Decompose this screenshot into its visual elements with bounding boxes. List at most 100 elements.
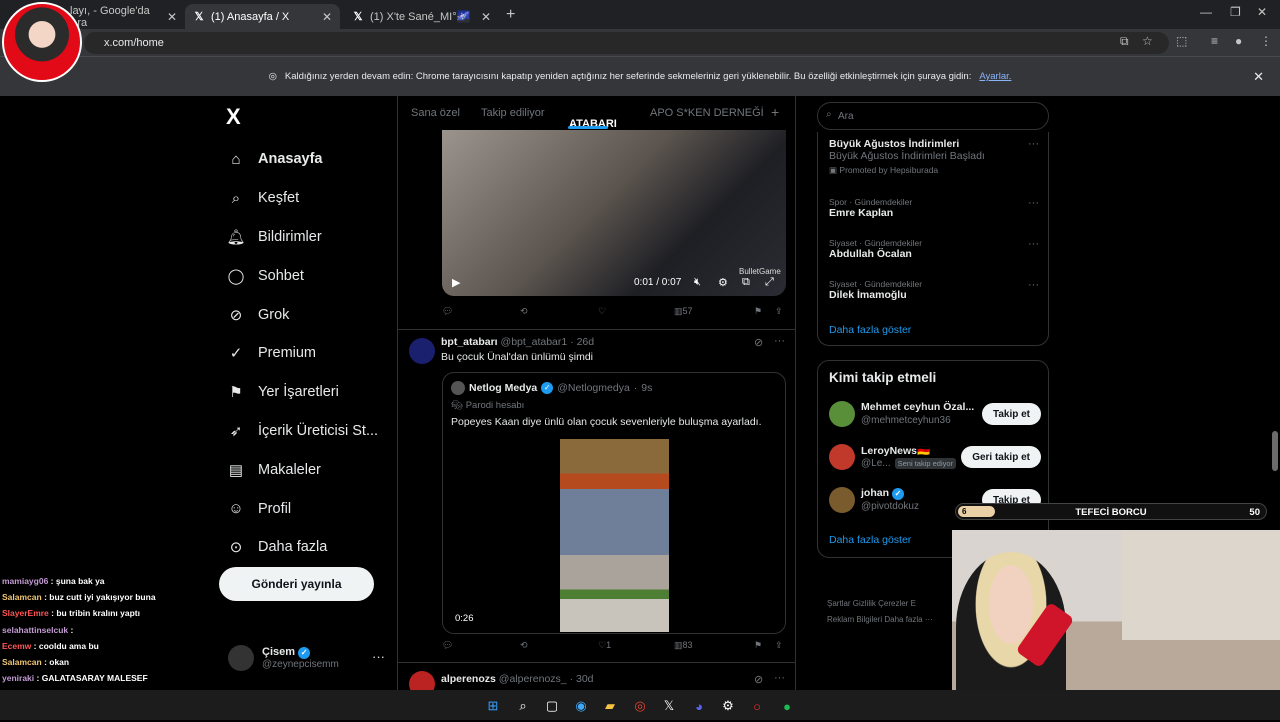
more-icon[interactable]: ··· — [774, 335, 785, 347]
x-app-icon[interactable]: 𝕏 — [660, 697, 678, 715]
maximize-icon[interactable]: ❐ — [1230, 5, 1241, 19]
tab-list[interactable]: APO S*KEN DERNEĞİ — [650, 107, 764, 119]
chat-text: buz cutt iyi yakışıyor buna — [49, 592, 156, 603]
nav-grok[interactable]: ⊘ Grok — [226, 295, 378, 334]
tab-x-post[interactable]: 𝕏 (1) X'te Sané_MI°🌌: "Abi z ✕ — [344, 4, 499, 29]
share-icon[interactable]: ⇪ — [775, 640, 783, 651]
like-icon[interactable]: ♡ — [598, 306, 606, 317]
more-icon[interactable]: ··· — [1028, 138, 1039, 150]
nav-creator-studio[interactable]: ➶ İçerik Üreticisi St... — [226, 412, 378, 451]
close-window-icon[interactable]: ✕ — [1257, 5, 1267, 19]
tab-for-you[interactable]: Sana özel — [411, 107, 460, 119]
trend-item[interactable]: Siyaset · Gündemdekiler Dilek İmamoğlu ·… — [829, 279, 1039, 301]
share-icon[interactable]: ⇪ — [775, 306, 783, 317]
reply-icon[interactable]: 💬︎ — [442, 306, 453, 317]
edge-icon[interactable]: ◉ — [572, 697, 590, 715]
post-text: Bu çocuk Ünal'dan ünlümü şimdi — [441, 351, 593, 363]
install-icon[interactable]: ⧉ — [1120, 34, 1129, 49]
address-bar[interactable]: x.com/home — [84, 32, 1169, 54]
account-switcher[interactable]: Çisem ✓ @zeynepcisemm ··· — [228, 645, 385, 671]
reply-icon[interactable]: 💬︎ — [442, 640, 453, 651]
more-icon[interactable]: ··· — [1028, 238, 1039, 250]
quote-video[interactable]: 0:26 — [443, 439, 785, 633]
grok-icon[interactable]: ⊘ — [754, 673, 763, 686]
tab-x-home[interactable]: 𝕏 (1) Anasayfa / X ✕ — [185, 4, 340, 29]
author-name[interactable]: alperenozs — [441, 673, 496, 685]
timeline-tabs: Sana özel Takip ediliyor ATABARI ⌄ APO S… — [398, 96, 795, 131]
footer-links-2[interactable]: Reklam Bilgileri Daha fazla ··· — [827, 615, 933, 624]
bookmark-icon[interactable]: ⚑ — [754, 306, 762, 317]
post[interactable]: bpt_atabarı @bpt_atabar1 · 26d ⊘ ··· Bu … — [398, 330, 795, 662]
close-tab-icon[interactable]: ✕ — [481, 10, 491, 24]
more-icon[interactable]: ··· — [372, 649, 385, 664]
trend-title: Abdullah Öcalan — [829, 248, 912, 260]
trend-item[interactable]: Spor · Gündemdekiler Emre Kaplan ··· — [829, 197, 1039, 219]
star-icon[interactable]: ☆ — [1142, 34, 1153, 48]
nav-more[interactable]: ⊙ Daha fazla — [226, 528, 378, 567]
author-name[interactable]: bpt_atabarı — [441, 336, 498, 348]
quoted-post[interactable]: Netlog Medya ✓ @Netlogmedya · 9s 🎭︎ Paro… — [442, 372, 786, 634]
grok-icon[interactable]: ⊘ — [754, 336, 763, 349]
scrollbar-thumb[interactable] — [1272, 431, 1278, 471]
discord-icon[interactable]: ◕ — [690, 697, 708, 715]
video-player[interactable]: ▶ 0:01 / 0:07 🔇︎ ⚙ ⧉ ⤢ BulletGame — [442, 130, 786, 296]
file-explorer-icon[interactable]: ▰ — [601, 697, 619, 715]
add-tab-icon[interactable]: + — [771, 104, 779, 120]
trend-item[interactable]: Büyük Ağustos İndirimleri Büyük Ağustos … — [829, 138, 1039, 176]
bookmark-icon[interactable]: ⚑ — [754, 640, 762, 651]
opera-icon[interactable]: ○ — [748, 697, 766, 715]
spotify-icon[interactable]: ● — [778, 697, 796, 715]
nav-home[interactable]: ⌂ Anasayfa — [226, 140, 378, 179]
show-more-follow-link[interactable]: Daha fazla göster — [829, 534, 911, 546]
nav-bookmarks[interactable]: ⚑ Yer İşaretleri — [226, 373, 378, 412]
more-icon[interactable]: ··· — [1028, 279, 1039, 291]
infobar-settings-link[interactable]: Ayarlar. — [979, 71, 1011, 82]
follow-suggestion[interactable]: LeroyNews🇩🇪 @Le... Seni takip ediyor Geri… — [829, 444, 1041, 474]
more-icon[interactable]: ··· — [1028, 197, 1039, 209]
mute-icon[interactable]: 🔇︎ — [694, 276, 701, 289]
show-more-trends-link[interactable]: Daha fazla göster — [829, 324, 911, 336]
extensions-icon[interactable]: ⬚ — [1176, 34, 1187, 48]
close-tab-icon[interactable]: ✕ — [322, 10, 332, 24]
x-logo-icon[interactable]: X — [226, 104, 241, 130]
media-icon[interactable]: ≡ — [1211, 34, 1218, 48]
nav-explore[interactable]: ⌕ Keşfet — [226, 179, 378, 218]
streamer-avatar-overlay — [2, 2, 82, 82]
nav-premium[interactable]: ✓ Premium — [226, 334, 378, 373]
search-icon[interactable]: ⌕ — [514, 697, 532, 715]
follow-button[interactable]: Takip et — [981, 403, 1041, 425]
like-icon[interactable]: ♡ 1 — [598, 640, 611, 651]
post-button[interactable]: Gönderi yayınla — [219, 567, 374, 601]
chrome-icon[interactable]: ◎ — [631, 697, 649, 715]
steam-icon[interactable]: ⚙ — [719, 697, 737, 715]
new-tab-icon[interactable]: + — [506, 6, 515, 24]
nav-profile[interactable]: ☺ Profil — [226, 489, 378, 528]
close-infobar-icon[interactable]: ✕ — [1253, 69, 1264, 85]
more-icon[interactable]: ··· — [774, 672, 785, 684]
nav-notifications[interactable]: 🔔︎ Bildirimler — [226, 218, 378, 257]
nav-articles[interactable]: ▤ Makaleler — [226, 450, 378, 489]
repost-icon[interactable]: ⟲ — [520, 640, 528, 651]
repost-icon[interactable]: ⟲ — [520, 306, 528, 317]
play-icon[interactable]: ▶ — [452, 276, 460, 289]
settings-icon[interactable]: ⚙ — [718, 276, 728, 289]
windows-start-icon[interactable]: ⊞ — [484, 697, 502, 715]
profile-icon[interactable]: ● — [1235, 34, 1242, 48]
pip-icon[interactable]: ⧉ — [742, 276, 750, 289]
menu-icon[interactable]: ⋮ — [1260, 34, 1272, 48]
minimize-icon[interactable]: — — [1200, 5, 1212, 19]
views-icon[interactable]: ▥ 83 — [674, 640, 693, 651]
close-tab-icon[interactable]: ✕ — [167, 10, 177, 24]
nav-chat[interactable]: ◯ Sohbet — [226, 256, 378, 295]
tab-following[interactable]: Takip ediliyor — [481, 107, 545, 119]
follow-suggestion[interactable]: Mehmet ceyhun Özal... @mehmetceyhun36 Ta… — [829, 401, 1041, 431]
task-view-icon[interactable]: ▢ — [543, 697, 561, 715]
fullscreen-icon[interactable]: ⤢ — [765, 276, 774, 289]
nav-label: Bildirimler — [258, 228, 322, 245]
footer-links[interactable]: Şartlar Gizlilik Çerezler E — [827, 599, 916, 608]
background-shelf — [1122, 530, 1280, 640]
search-input[interactable]: ⌕ Ara — [817, 102, 1049, 130]
trend-item[interactable]: Siyaset · Gündemdekiler Abdullah Öcalan … — [829, 238, 1039, 260]
follow-back-button[interactable]: Geri takip et — [961, 446, 1041, 468]
views-icon[interactable]: ▥ 57 — [674, 306, 693, 317]
